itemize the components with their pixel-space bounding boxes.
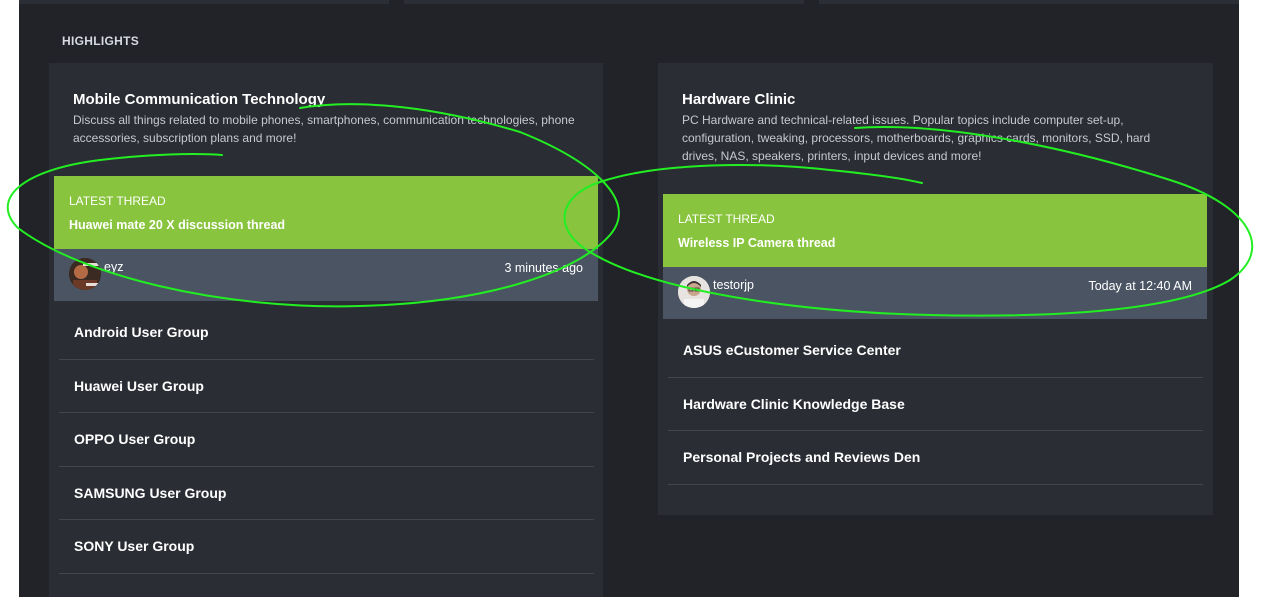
latest-thread-meta: testorjp Today at 12:40 AM [663,267,1207,319]
latest-thread-header: LATEST THREAD Huawei mate 20 X discussio… [54,176,598,249]
latest-thread-label: LATEST THREAD [678,212,775,226]
subforum-link[interactable]: Android User Group [59,306,594,360]
top-bar-segment [19,0,389,4]
user-avatar-icon[interactable] [678,276,710,308]
category-description: PC Hardware and technical-related issues… [682,113,1151,163]
top-bar-segment [819,0,1239,4]
category-card-mobile: Mobile Communication Technology Discuss … [49,63,603,597]
category-card-hardware: Hardware Clinic PC Hardware and technica… [658,63,1213,515]
subforum-list: Android User Group Huawei User Group OPP… [59,306,594,574]
thread-author[interactable]: eyz [104,260,123,274]
top-bar-segment [404,0,804,4]
category-title[interactable]: Hardware Clinic [682,91,795,108]
latest-thread[interactable]: LATEST THREAD Wireless IP Camera thread … [663,194,1207,319]
subforum-link[interactable]: Hardware Clinic Knowledge Base [668,378,1203,431]
subforum-link[interactable]: Huawei User Group [59,360,594,413]
latest-thread[interactable]: LATEST THREAD Huawei mate 20 X discussio… [54,176,598,301]
latest-thread-meta: eyz 3 minutes ago [54,249,598,301]
latest-thread-title[interactable]: Huawei mate 20 X discussion thread [69,218,583,232]
latest-thread-title[interactable]: Wireless IP Camera thread [678,236,1192,250]
subforum-link[interactable]: SONY User Group [59,520,594,574]
subforum-link[interactable]: Personal Projects and Reviews Den [668,431,1203,485]
thread-author[interactable]: testorjp [713,278,754,292]
category-description: Discuss all things related to mobile pho… [73,113,575,145]
subforum-link[interactable]: ASUS eCustomer Service Center [668,324,1203,378]
subforum-link[interactable]: OPPO User Group [59,413,594,467]
highlights-heading: HIGHLIGHTS [62,34,139,48]
latest-thread-header: LATEST THREAD Wireless IP Camera thread [663,194,1207,267]
thread-timestamp: Today at 12:40 AM [1088,279,1192,293]
subforum-link[interactable]: SAMSUNG User Group [59,467,594,520]
user-avatar-icon[interactable] [69,258,101,290]
forum-page: HIGHLIGHTS Mobile Communication Technolo… [19,0,1239,597]
thread-timestamp: 3 minutes ago [504,261,583,275]
latest-thread-label: LATEST THREAD [69,194,166,208]
category-title[interactable]: Mobile Communication Technology [73,91,325,108]
subforum-list: ASUS eCustomer Service Center Hardware C… [668,324,1203,485]
